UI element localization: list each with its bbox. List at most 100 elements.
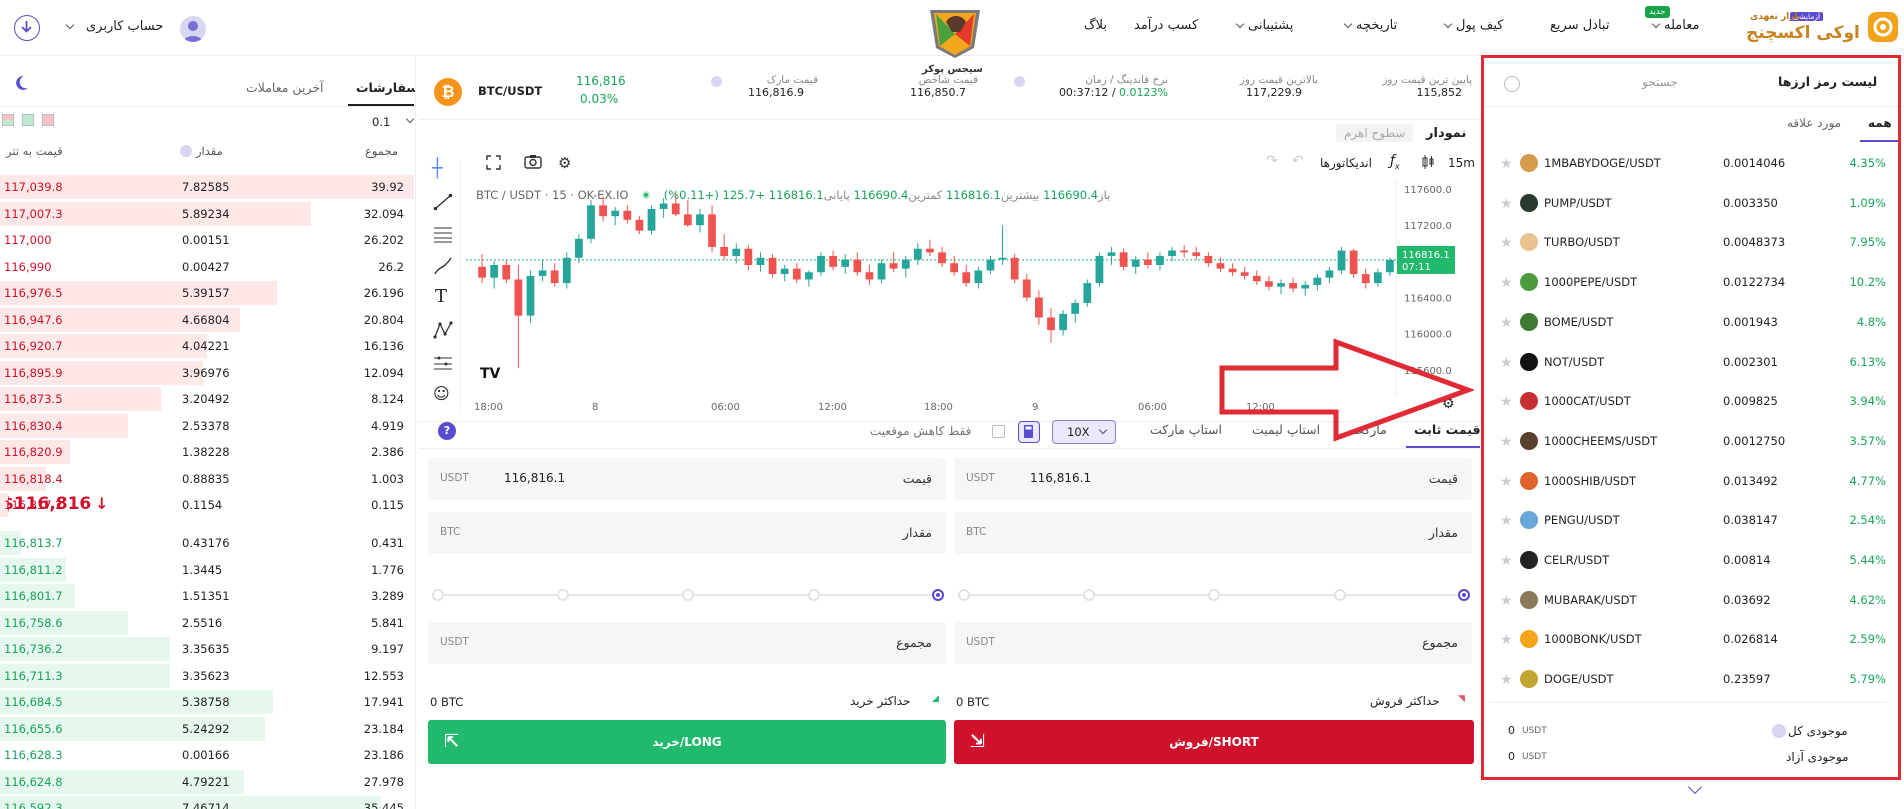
tab-leverage-levels[interactable]: سطوح اهرم — [1336, 124, 1414, 142]
trendline-icon[interactable] — [433, 192, 453, 212]
brush-icon[interactable] — [433, 256, 453, 276]
favorite-star-icon[interactable]: ★ — [1500, 513, 1513, 529]
nav-swap[interactable]: تبادل سریع — [1550, 18, 1609, 33]
ask-row[interactable]: 116,817.2 0.1154 0.115 — [0, 492, 414, 518]
favorite-star-icon[interactable]: ★ — [1500, 434, 1513, 450]
ask-row[interactable]: 117,007.3 5.89234 32.094 — [0, 201, 414, 227]
interval-select[interactable]: 15m — [1448, 156, 1475, 170]
slider-handle[interactable] — [1458, 589, 1470, 601]
nav-history[interactable]: تاریخچه — [1340, 18, 1397, 33]
coin-row[interactable]: ★ 1000CHEEMS/USDT 0.0012750 3.57% — [1500, 422, 1904, 462]
ask-row[interactable]: 116,818.4 0.88835 1.003 — [0, 466, 414, 492]
slider-step-50[interactable] — [1208, 589, 1220, 601]
search-icon[interactable] — [1504, 76, 1520, 92]
favorite-star-icon[interactable]: ★ — [1500, 355, 1513, 371]
favorite-star-icon[interactable]: ★ — [1500, 632, 1513, 648]
tab-stop-market[interactable]: استاپ مارکت — [1150, 422, 1222, 437]
calculator-icon[interactable] — [1018, 421, 1040, 443]
coin-row[interactable]: ★ MUBARAK/USDT 0.03692 4.62% — [1500, 581, 1904, 621]
view-asks-icon[interactable] — [42, 114, 54, 126]
favorite-star-icon[interactable]: ★ — [1500, 275, 1513, 291]
ask-row[interactable]: 116,947.6 4.66804 20.804 — [0, 307, 414, 333]
bid-row[interactable]: 116,813.7 0.43176 0.431 — [0, 530, 414, 556]
crosshair-icon[interactable]: ┼ — [432, 158, 443, 179]
buy-price-field[interactable]: USDT 116,816.1 قیمت — [428, 458, 946, 500]
coin-row[interactable]: ★ BOME/USDT 0.001943 4.8% — [1500, 303, 1904, 343]
view-both-icon[interactable] — [2, 114, 14, 126]
tab-all[interactable]: همه — [1868, 116, 1892, 130]
coin-row[interactable]: ★ PUMP/USDT 0.003350 1.09% — [1500, 184, 1904, 224]
favorite-star-icon[interactable]: ★ — [1500, 235, 1513, 251]
nav-wallet[interactable]: کیف پول — [1440, 18, 1503, 33]
ask-row[interactable]: 116,990 0.00427 26.2 — [0, 254, 414, 280]
brand[interactable]: آزمایشی بازار تعهدی اوکی اکسچنج — [1742, 6, 1904, 50]
nav-support[interactable]: پشتیبانی — [1232, 18, 1293, 33]
slider-step-25[interactable] — [1083, 589, 1095, 601]
bid-row[interactable]: 116,624.8 4.79221 27.978 — [0, 769, 414, 795]
settings-icon[interactable]: ⚙ — [558, 154, 571, 172]
account-menu[interactable]: حساب کاربری — [60, 16, 210, 42]
ask-row[interactable]: 116,920.7 4.04221 16.136 — [0, 333, 414, 359]
ask-row[interactable]: 117,000 0.00151 26.202 — [0, 227, 414, 253]
theme-toggle-icon[interactable] — [12, 74, 30, 92]
favorite-star-icon[interactable]: ★ — [1500, 553, 1513, 569]
bid-row[interactable]: 116,684.5 5.38758 17.941 — [0, 689, 414, 715]
bid-row[interactable]: 116,592.3 7.46714 35.445 — [0, 795, 414, 809]
undo-icon[interactable]: ↶ — [1292, 153, 1304, 169]
camera-icon[interactable] — [524, 154, 542, 170]
slider-step-75[interactable] — [808, 589, 820, 601]
sell-price-field[interactable]: USDT 116,816.1 قیمت — [954, 458, 1472, 500]
slider-handle[interactable] — [932, 589, 944, 601]
tab-last-trades[interactable]: آخرین معاملات — [246, 80, 324, 95]
fullscreen-icon[interactable] — [486, 155, 501, 170]
favorite-star-icon[interactable]: ★ — [1500, 315, 1513, 331]
sell-amount-slider[interactable] — [958, 588, 1472, 602]
nav-trade[interactable]: معامله — [1648, 18, 1699, 33]
coin-row[interactable]: ★ 1000SHIB/USDT 0.013492 4.77% — [1500, 462, 1904, 502]
sell-total-field[interactable]: USDT مجموع — [954, 622, 1472, 664]
text-tool-icon[interactable]: T — [435, 286, 447, 307]
favorite-star-icon[interactable]: ★ — [1500, 474, 1513, 490]
bid-row[interactable]: 116,758.6 2.5516 5.841 — [0, 610, 414, 636]
coin-row[interactable]: ★ 1000CAT/USDT 0.009825 3.94% — [1500, 382, 1904, 422]
measure-icon[interactable] — [433, 352, 453, 372]
bid-row[interactable]: 116,628.3 0.00166 23.186 — [0, 742, 414, 768]
favorite-star-icon[interactable]: ★ — [1500, 394, 1513, 410]
view-mode-toggle[interactable] — [2, 114, 58, 128]
download-icon[interactable] — [14, 15, 40, 41]
tab-chart[interactable]: نمودار — [1426, 126, 1466, 141]
coin-row[interactable]: ★ 1000BONK/USDT 0.026814 2.59% — [1500, 620, 1904, 660]
nav-blog[interactable]: بلاگ — [1084, 18, 1107, 33]
buy-long-button[interactable]: ⇱ خرید/LONG — [428, 720, 946, 764]
coin-row[interactable]: ★ 1MBABYDOGE/USDT 0.0014046 4.35% — [1500, 144, 1904, 184]
slider-step-0[interactable] — [958, 589, 970, 601]
coin-row[interactable]: ★ PENGU/USDT 0.038147 2.54% — [1500, 501, 1904, 541]
view-bids-icon[interactable] — [22, 114, 34, 126]
coin-row[interactable]: ★ DOGE/USDT 0.23597 5.79% — [1500, 660, 1904, 700]
slider-step-25[interactable] — [557, 589, 569, 601]
buy-amount-slider[interactable] — [432, 588, 946, 602]
bid-row[interactable]: 116,655.6 5.24292 23.184 — [0, 716, 414, 742]
reduce-only-checkbox[interactable] — [992, 425, 1005, 438]
ask-row[interactable]: 116,820.9 1.38228 2.386 — [0, 439, 414, 465]
emoji-icon[interactable]: ☺ — [433, 384, 450, 403]
toolbar-collapse-handle[interactable] — [460, 160, 461, 410]
slider-step-75[interactable] — [1334, 589, 1346, 601]
ask-row[interactable]: 116,976.5 5.39157 26.196 — [0, 280, 414, 306]
favorite-star-icon[interactable]: ★ — [1500, 156, 1513, 172]
tab-favorites[interactable]: مورد علاقه — [1787, 116, 1841, 130]
ticker-pair[interactable]: BTC/USDT — [478, 84, 542, 98]
favorite-star-icon[interactable]: ★ — [1500, 196, 1513, 212]
bid-row[interactable]: 116,736.2 3.35635 9.197 — [0, 636, 414, 662]
tab-orders[interactable]: سفارشات — [356, 80, 415, 95]
buy-amount-field[interactable]: BTC مقدار — [428, 512, 946, 554]
indicators-button[interactable]: اندیکاتورها — [1320, 156, 1372, 170]
redo-icon[interactable]: ↷ — [1266, 153, 1278, 169]
ask-row[interactable]: 117,039.8 7.82585 39.92 — [0, 174, 414, 200]
leverage-select[interactable]: 10X — [1052, 420, 1116, 444]
slider-step-0[interactable] — [432, 589, 444, 601]
coin-row[interactable]: ★ NOT/USDT 0.002301 6.13% — [1500, 343, 1904, 383]
coin-row[interactable]: ★ CELR/USDT 0.00814 5.44% — [1500, 541, 1904, 581]
ask-row[interactable]: 116,830.4 2.53378 4.919 — [0, 413, 414, 439]
sell-short-button[interactable]: ⇲ فروش/SHORT — [954, 720, 1474, 764]
